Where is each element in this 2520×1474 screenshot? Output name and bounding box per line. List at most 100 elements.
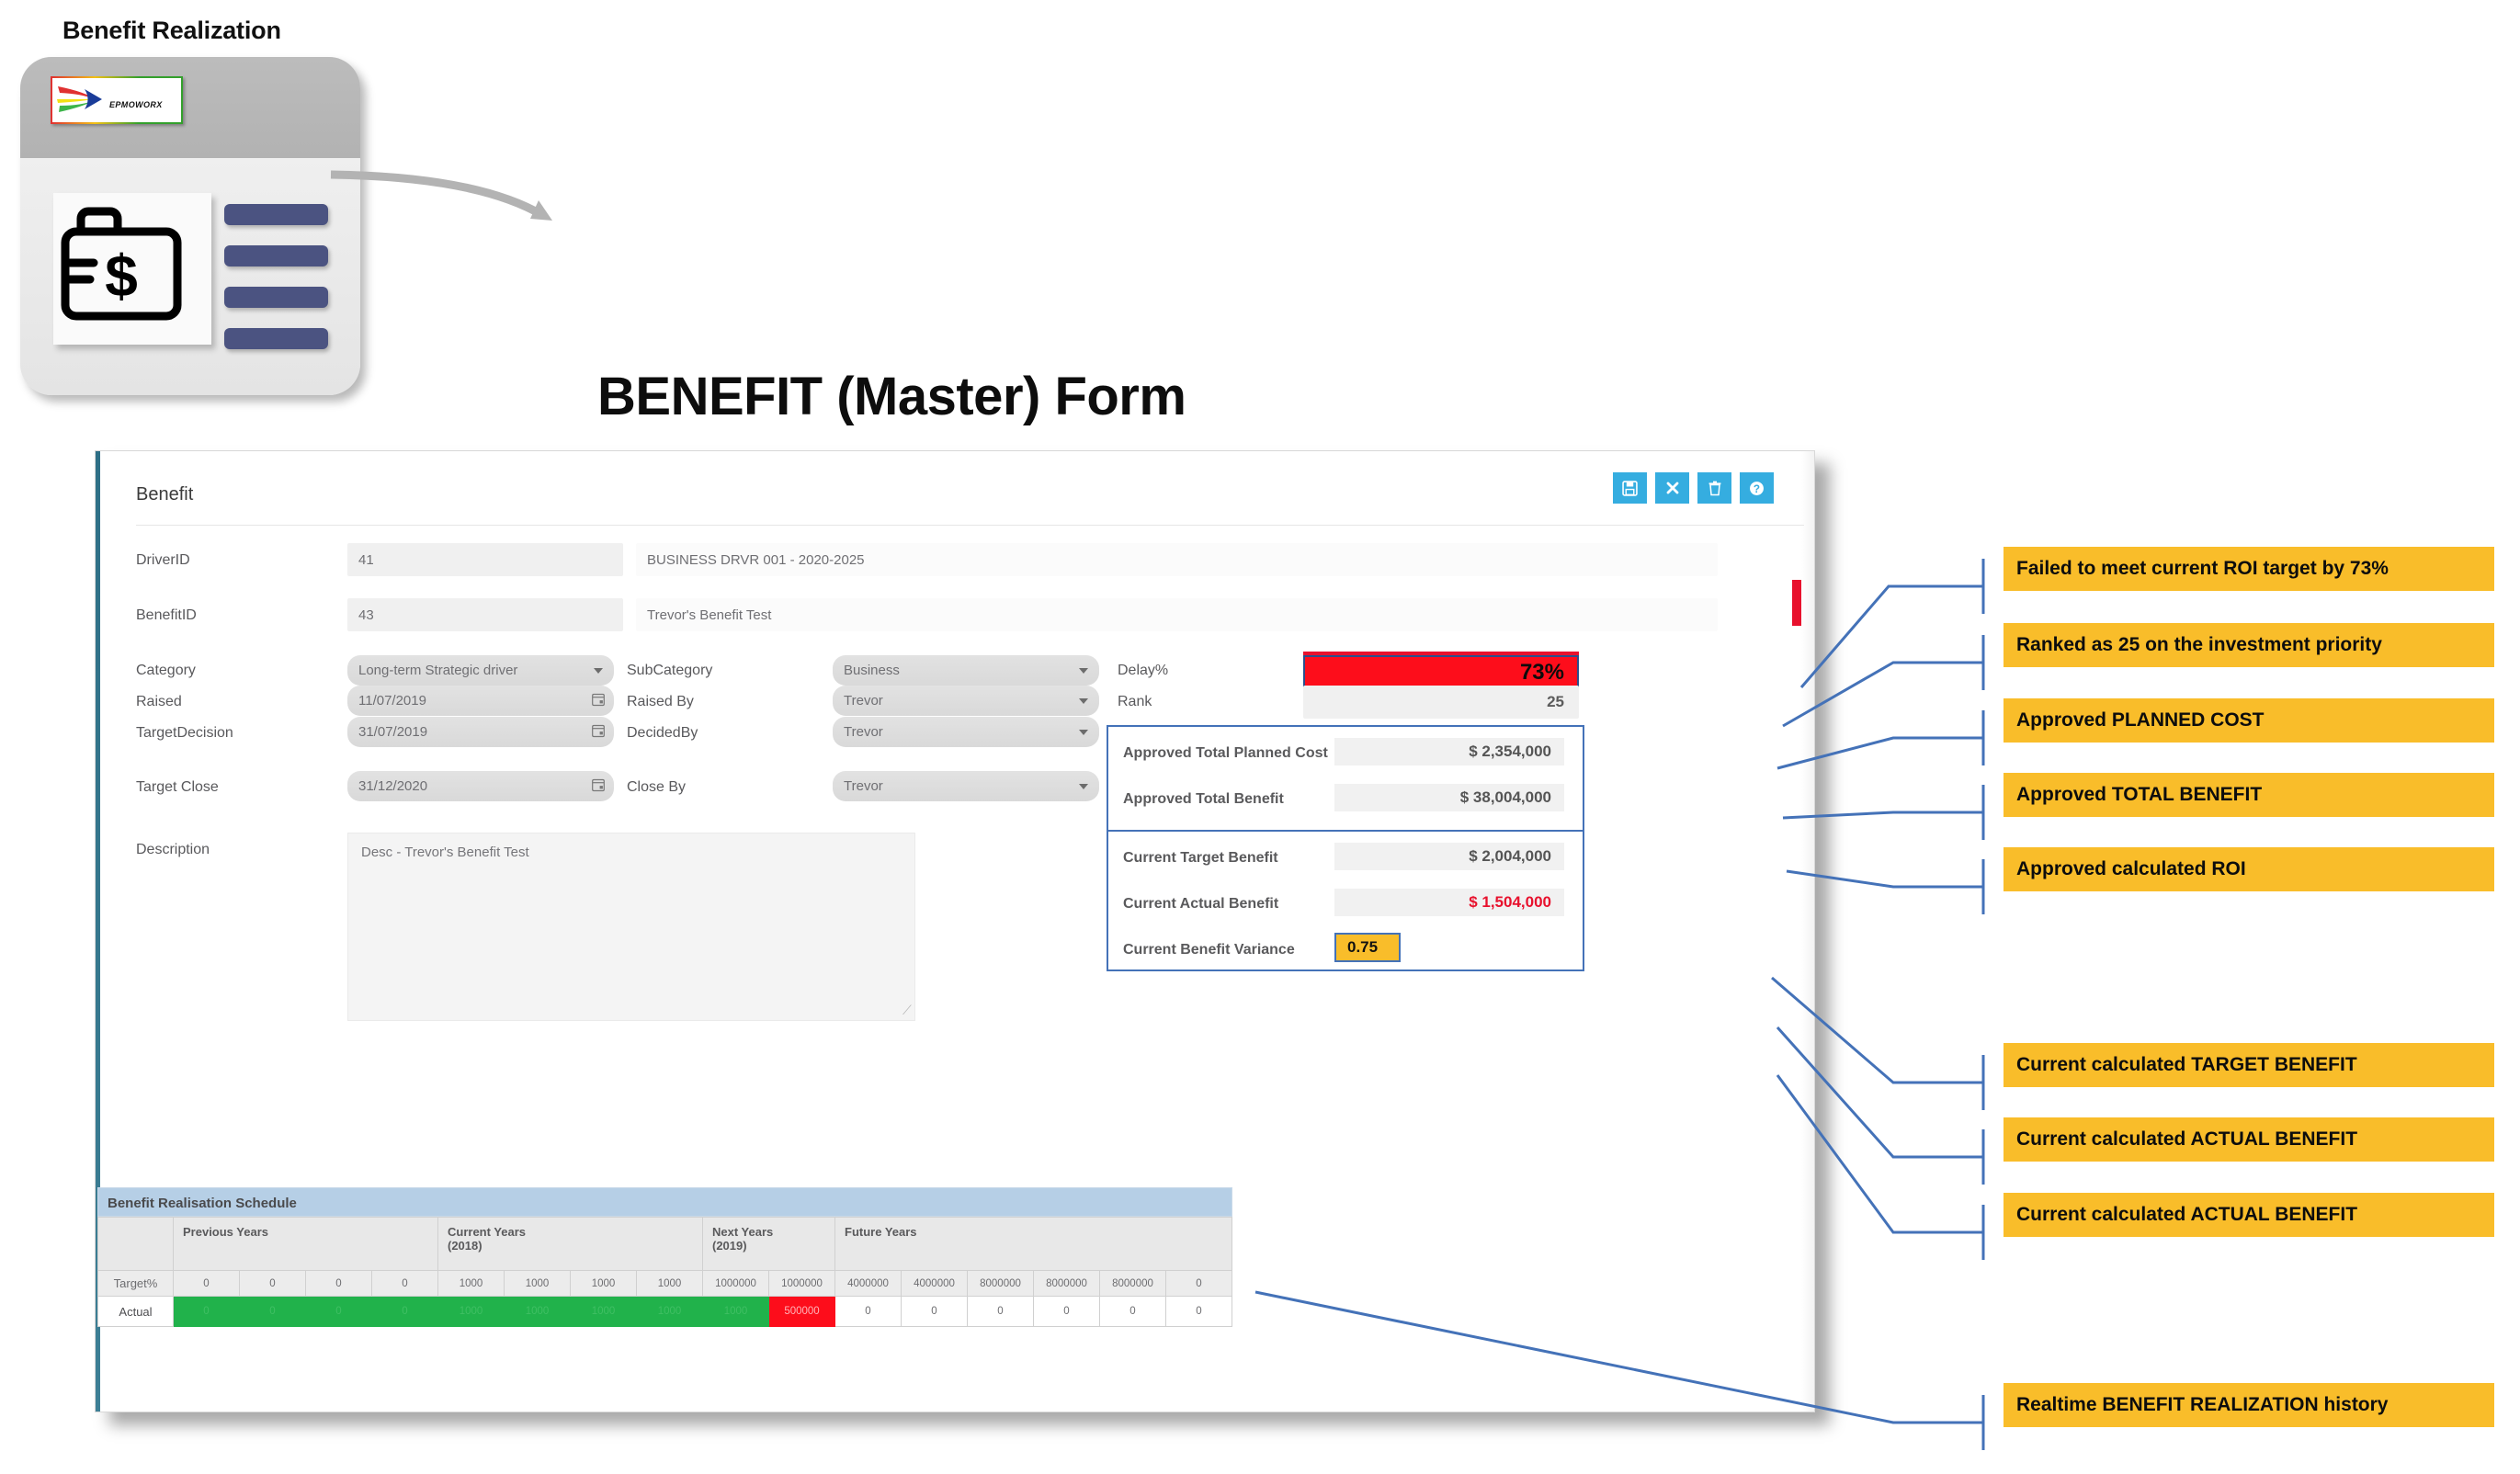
chevron-down-icon — [1079, 783, 1088, 789]
schedule-cell[interactable]: 500000 — [768, 1296, 835, 1327]
schedule-cell[interactable]: 0 — [834, 1296, 902, 1327]
schedule-cell[interactable]: 0 — [239, 1296, 306, 1327]
benefit-name-input[interactable]: Trevor's Benefit Test — [636, 598, 1718, 631]
decided-by-select[interactable]: Trevor — [833, 717, 1099, 747]
save-button[interactable] — [1613, 472, 1647, 504]
schedule-cell[interactable]: 0 — [371, 1270, 438, 1297]
icon-nav-bar — [224, 204, 328, 225]
schedule-cell[interactable]: 8000000 — [967, 1270, 1034, 1297]
raised-by-value: Trevor — [844, 693, 883, 709]
schedule-cell[interactable]: 1000 — [702, 1296, 769, 1327]
decided-by-value: Trevor — [844, 724, 883, 740]
page-title: Benefit Realization — [62, 17, 281, 44]
schedule-cell[interactable]: 0 — [173, 1296, 240, 1327]
close-x-icon — [1666, 482, 1678, 494]
callout-4: Approved calculated ROI — [2004, 847, 2494, 891]
close-by-select[interactable]: Trevor — [833, 771, 1099, 801]
icon-nav-bar — [224, 328, 328, 349]
approved-total-benefit-label: Approved Total Benefit — [1123, 791, 1284, 807]
benefit-realisation-schedule: Benefit Realisation Schedule Previous Ye… — [97, 1187, 1232, 1327]
schedule-cell[interactable]: 0 — [901, 1296, 968, 1327]
chevron-down-icon — [1079, 697, 1088, 704]
benefit-realization-app-icon[interactable]: EPMOWORX $ — [20, 57, 360, 395]
schedule-cell[interactable]: 0 — [305, 1270, 372, 1297]
schedule-cell[interactable]: 1000 — [504, 1296, 571, 1327]
chevron-down-icon — [594, 667, 603, 674]
briefcase-money-icon: $ — [53, 193, 211, 345]
schedule-cell[interactable]: 1000 — [636, 1270, 703, 1297]
schedule-cell[interactable]: 4000000 — [834, 1270, 902, 1297]
rank-input[interactable]: 25 — [1303, 686, 1579, 719]
current-target-benefit-label: Current Target Benefit — [1123, 850, 1278, 866]
current-target-benefit-value: $ 2,004,000 — [1334, 843, 1564, 870]
epmoworx-wordmark: EPMOWORX — [109, 100, 163, 109]
raised-date-input[interactable]: 11/07/2019 — [347, 686, 614, 716]
delay-percent-value: 73% — [1519, 660, 1564, 685]
driver-id-input[interactable]: 41 — [347, 543, 623, 576]
form-toolbar: ? — [1613, 472, 1774, 504]
schedule-row-label: Target% — [97, 1270, 174, 1297]
schedule-cell[interactable]: 0 — [305, 1296, 372, 1327]
curved-arrow-icon — [330, 170, 552, 221]
schedule-cell[interactable]: 0 — [1165, 1270, 1232, 1297]
target-close-value: 31/12/2020 — [358, 778, 428, 794]
schedule-cell[interactable]: 1000 — [570, 1296, 637, 1327]
target-close-date-input[interactable]: 31/12/2020 — [347, 771, 614, 801]
schedule-cell[interactable]: 0 — [371, 1296, 438, 1327]
schedule-cell[interactable]: 4000000 — [901, 1270, 968, 1297]
schedule-group-header-row: Previous Years Current Years (2018) Next Ye… — [97, 1217, 1232, 1271]
schedule-cell[interactable]: 1000 — [437, 1296, 505, 1327]
schedule-rowhead-spacer — [97, 1217, 174, 1271]
schedule-cell[interactable]: 0 — [173, 1270, 240, 1297]
benefit-id-input[interactable]: 43 — [347, 598, 623, 631]
calendar-icon[interactable] — [592, 777, 605, 795]
svg-text:?: ? — [1754, 482, 1760, 494]
textarea-resize-grip[interactable]: ⟋ — [902, 1003, 912, 1018]
raised-by-select[interactable]: Trevor — [833, 686, 1099, 716]
close-button[interactable] — [1655, 472, 1689, 504]
target-decision-label: TargetDecision — [136, 725, 233, 741]
description-textarea[interactable]: Desc - Trevor's Benefit Test — [347, 833, 915, 1021]
subcategory-select[interactable]: Business — [833, 655, 1099, 686]
schedule-cell[interactable]: 1000 — [437, 1270, 505, 1297]
schedule-row-label: Actual — [97, 1296, 174, 1327]
schedule-cell[interactable]: 1000000 — [768, 1270, 835, 1297]
schedule-cell[interactable]: 1000 — [636, 1296, 703, 1327]
callout-5: Current calculated TARGET BENEFIT — [2004, 1043, 2494, 1087]
icon-nav-bar — [224, 245, 328, 266]
schedule-cell[interactable]: 0 — [1099, 1296, 1166, 1327]
floppy-disk-icon — [1622, 480, 1638, 496]
schedule-cell[interactable]: 0 — [1033, 1296, 1100, 1327]
schedule-cell[interactable]: 0 — [967, 1296, 1034, 1327]
schedule-cell[interactable]: 1000000 — [702, 1270, 769, 1297]
target-decision-date-input[interactable]: 31/07/2019 — [347, 717, 614, 747]
callout-8: Realtime BENEFIT REALIZATION history — [2004, 1383, 2494, 1427]
schedule-group-2: Next Years (2019) — [702, 1217, 835, 1271]
chevron-down-icon — [1079, 667, 1088, 674]
epmoworx-mark-icon — [57, 86, 102, 112]
calendar-icon[interactable] — [592, 723, 605, 741]
raised-label: Raised — [136, 694, 182, 709]
category-select[interactable]: Long-term Strategic driver — [347, 655, 614, 686]
help-button[interactable]: ? — [1740, 472, 1774, 504]
schedule-cell[interactable]: 1000 — [504, 1270, 571, 1297]
driver-name-input[interactable]: BUSINESS DRVR 001 - 2020-2025 — [636, 543, 1718, 576]
schedule-cell[interactable]: 0 — [1165, 1296, 1232, 1327]
callout-6: Current calculated ACTUAL BENEFIT — [2004, 1117, 2494, 1162]
schedule-cell[interactable]: 8000000 — [1033, 1270, 1100, 1297]
schedule-group-1: Current Years (2018) — [437, 1217, 703, 1271]
delay-bar-top-accent — [1303, 652, 1579, 655]
delete-button[interactable] — [1697, 472, 1731, 504]
schedule-cell[interactable]: 0 — [239, 1270, 306, 1297]
schedule-group-0: Previous Years — [173, 1217, 438, 1271]
schedule-cell[interactable]: 8000000 — [1099, 1270, 1166, 1297]
calendar-icon[interactable] — [592, 692, 605, 709]
schedule-cell[interactable]: 1000 — [570, 1270, 637, 1297]
delay-percent-label: Delay% — [1118, 663, 1169, 678]
form-header-divider — [136, 525, 1804, 526]
rank-label: Rank — [1118, 694, 1152, 709]
current-actual-benefit-label: Current Actual Benefit — [1123, 896, 1279, 912]
current-benefit-variance-value: 0.75 — [1334, 933, 1401, 962]
target-decision-value: 31/07/2019 — [358, 724, 428, 740]
current-actual-benefit-value: $ 1,504,000 — [1334, 889, 1564, 916]
